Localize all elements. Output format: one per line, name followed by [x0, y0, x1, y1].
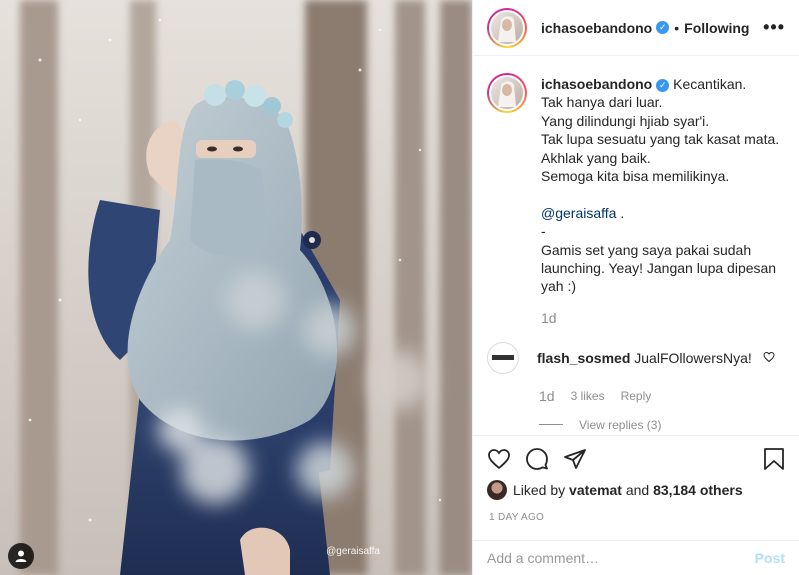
caption-text-line: Semoga kita bisa memilikinya.	[541, 168, 730, 185]
caption-text: ichasoebandono ✓ Kecantikan. Tak hanya da…	[541, 73, 779, 296]
view-replies[interactable]: View replies (3)	[539, 418, 785, 432]
separator-dot: •	[674, 19, 680, 36]
caption-text-line: Akhlak yang baik.	[541, 149, 651, 166]
heart-icon[interactable]	[487, 447, 511, 471]
author-username[interactable]: ichasoebandono	[541, 20, 652, 36]
comment-text: JualFOllowersNya!	[634, 349, 752, 366]
comment-time[interactable]: 1d	[539, 388, 555, 404]
add-comment-bar: Post	[473, 540, 799, 575]
caption-text-line: yah :)	[541, 278, 577, 295]
bookmark-icon[interactable]	[763, 447, 785, 471]
avatar-image	[489, 75, 525, 111]
instagram-post: @geraisaffa ichasoebandono ✓ • Following…	[0, 0, 799, 575]
caption-text-line: launching. Yeay! Jangan lupa dipesan	[541, 260, 777, 277]
likes-middle: and	[625, 482, 650, 498]
likes-count[interactable]: 83,184 others	[653, 482, 743, 498]
comment-likes[interactable]: 3 likes	[571, 389, 605, 403]
caption-time[interactable]: 1d	[541, 310, 785, 326]
caption: ichasoebandono ✓ Kecantikan. Tak hanya da…	[487, 73, 785, 296]
ellipsis-icon[interactable]: •••	[763, 17, 785, 38]
post-comment-button[interactable]: Post	[755, 550, 785, 566]
caption-text-line: Yang dilindungi hjiab syar'i.	[541, 112, 710, 129]
post-actions	[473, 435, 799, 481]
caption-text-line: Tak hanya dari luar.	[541, 94, 663, 111]
reply-button[interactable]: Reply	[621, 389, 652, 403]
post-sidebar: ichasoebandono ✓ • Following ••• ichasoe…	[472, 0, 799, 575]
photo-watermark: @geraisaffa	[326, 546, 380, 557]
comment-like-heart-icon[interactable]	[763, 350, 775, 366]
caption-mention-link[interactable]: @geraisaffa .	[541, 204, 779, 222]
caption-author-avatar[interactable]	[487, 73, 527, 113]
paper-plane-icon[interactable]	[563, 447, 587, 471]
comment-meta: 1d 3 likes Reply	[539, 388, 785, 404]
person-icon	[15, 550, 27, 562]
caption-text-line: Gamis set yang saya pakai sudah	[541, 241, 752, 258]
avatar-portrait-icon	[498, 81, 516, 107]
view-replies-label[interactable]: View replies (3)	[579, 418, 661, 432]
liker-username[interactable]: vatemat	[569, 482, 622, 498]
caption-line: ichasoebandono ✓ Kecantikan.	[541, 75, 779, 93]
avatar-portrait-icon	[498, 15, 516, 42]
caption-text-line: Kecantikan.	[673, 76, 747, 92]
author-avatar[interactable]	[487, 7, 527, 48]
comment-body: flash_sosmed JualFOllowersNya!	[537, 342, 752, 374]
photo-illustration	[0, 0, 472, 575]
caption-username[interactable]: ichasoebandono	[541, 76, 652, 92]
comment-item: flash_sosmed JualFOllowersNya!	[487, 341, 785, 374]
post-photo[interactable]: @geraisaffa	[0, 0, 472, 575]
comments-section[interactable]: ichasoebandono ✓ Kecantikan. Tak hanya da…	[473, 57, 799, 435]
avatar-image	[489, 9, 525, 46]
following-button[interactable]: Following	[684, 20, 749, 36]
post-header: ichasoebandono ✓ • Following •••	[473, 0, 799, 56]
verified-badge-icon: ✓	[656, 78, 670, 92]
verified-badge-icon: ✓	[656, 21, 670, 34]
heart-outline-icon	[763, 351, 775, 363]
commenter-logo	[492, 355, 514, 361]
commenter-username[interactable]: flash_sosmed	[537, 350, 630, 366]
likes-prefix: Liked by	[513, 482, 566, 498]
caption-text-line: Tak lupa sesuatu yang tak kasat mata.	[541, 131, 780, 148]
liker-avatar[interactable]	[487, 480, 507, 500]
view-replies-line	[539, 424, 563, 426]
post-date[interactable]: 1 DAY AGO	[489, 512, 544, 523]
commenter-avatar[interactable]	[487, 341, 519, 374]
caption-text-line: -	[541, 223, 546, 240]
comment-input[interactable]	[487, 550, 755, 566]
user-tag-icon[interactable]	[8, 543, 34, 569]
comment-bubble-icon[interactable]	[525, 447, 549, 471]
likes-summary: Liked by vatemat and 83,184 others	[487, 480, 785, 500]
